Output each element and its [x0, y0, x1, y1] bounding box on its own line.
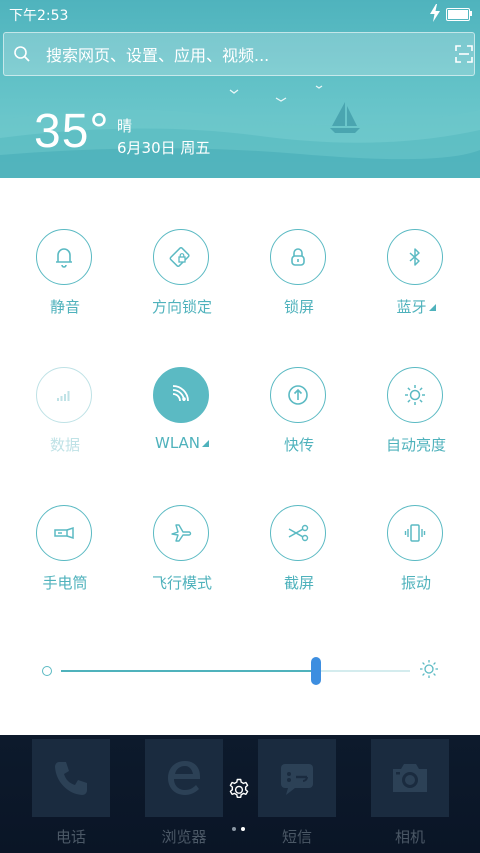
toggle-label: 静音: [49, 298, 80, 316]
weather-date: 6月30日 周五: [117, 139, 211, 157]
toggle-data-circle[interactable]: [36, 367, 92, 423]
app-camera[interactable]: 相机: [371, 739, 449, 849]
toggle-lock-screen-circle[interactable]: [270, 229, 326, 285]
brightness-thumb[interactable]: [310, 657, 321, 685]
quick-transfer-icon: [288, 385, 308, 405]
battery-full-icon: [446, 8, 470, 21]
gear-icon[interactable]: [227, 778, 251, 802]
toggle-label: 方向锁定: [151, 298, 212, 316]
notification-header: 下午2:53 35° 晴 6月30日 周五: [0, 0, 480, 178]
weather-temperature[interactable]: 35°: [34, 104, 110, 159]
rotation-lock-icon: [169, 246, 190, 268]
brightness-low-icon: [42, 666, 52, 676]
toggle-mute[interactable]: 静音: [15, 229, 115, 329]
toggle-vibrate-circle[interactable]: [387, 505, 443, 561]
vibrate-icon: [404, 524, 426, 542]
page-indicator: [232, 827, 248, 833]
toggle-auto-brightness-circle[interactable]: [387, 367, 443, 423]
toggle-bluetooth[interactable]: 蓝牙: [366, 229, 466, 329]
toggle-label: 蓝牙: [356, 296, 476, 317]
toggle-rotation-lock-circle[interactable]: [153, 229, 209, 285]
toggle-rotation-lock[interactable]: 方向锁定: [132, 229, 232, 329]
status-bar: 下午2:53: [0, 0, 480, 28]
toggle-label: 手电筒: [42, 574, 88, 592]
toggle-flashlight[interactable]: 手电筒: [15, 505, 115, 605]
app-phone-tile[interactable]: [32, 739, 110, 817]
toggle-label: 自动亮度: [385, 436, 446, 454]
toggle-quick-transfer[interactable]: 快传: [249, 367, 349, 467]
brightness-track[interactable]: [61, 657, 410, 685]
page-dot-active: [241, 827, 245, 831]
toggle-label: 飞行模式: [151, 574, 212, 592]
app-messages-tile[interactable]: [258, 739, 336, 817]
toggle-screenshot[interactable]: 截屏: [249, 505, 349, 605]
bluetooth-icon: [409, 248, 420, 266]
search-bar[interactable]: [3, 32, 475, 76]
app-label: 电话: [55, 828, 86, 846]
app-browser[interactable]: 浏览器: [145, 739, 223, 849]
toggle-airplane-mode-circle[interactable]: [153, 505, 209, 561]
app-label: 相机: [394, 828, 425, 846]
toggle-auto-brightness[interactable]: 自动亮度: [366, 367, 466, 467]
wifi-icon: [172, 385, 189, 402]
app-camera-tile[interactable]: [371, 739, 449, 817]
status-time: 下午2:53: [9, 8, 69, 24]
phone-icon: [55, 762, 87, 795]
app-label: 浏览器: [161, 828, 207, 846]
toggle-label: 锁屏: [283, 298, 314, 316]
toggle-label: WLAN: [122, 434, 242, 452]
toggle-label-text: 蓝牙: [396, 298, 427, 316]
toggle-wlan-circle[interactable]: [153, 367, 209, 423]
brightness-slider[interactable]: [0, 648, 480, 685]
toggle-vibrate[interactable]: 振动: [366, 505, 466, 605]
brightness-fill: [61, 670, 316, 672]
page-dot: [232, 827, 236, 831]
settings-corner-icon: [202, 440, 209, 447]
toggle-label: 快传: [283, 436, 314, 454]
flashlight-icon: [54, 526, 74, 540]
toggle-quick-transfer-circle[interactable]: [270, 367, 326, 423]
toggle-label-text: WLAN: [154, 434, 200, 452]
scissors-icon: [288, 524, 309, 542]
signal-bars-icon: [57, 391, 70, 401]
airplane-icon: [171, 524, 192, 542]
app-label: 短信: [281, 828, 312, 846]
settings-corner-icon: [428, 304, 436, 311]
toggle-bluetooth-circle[interactable]: [387, 229, 443, 285]
camera-icon: [393, 764, 427, 792]
lock-icon: [291, 248, 305, 266]
message-icon: [281, 764, 313, 795]
search-icon: [14, 46, 30, 62]
toggle-label: 数据: [49, 436, 80, 454]
bolt-icon: [430, 4, 440, 22]
weather-condition: 晴: [117, 117, 133, 135]
toggle-data[interactable]: 数据: [15, 367, 115, 467]
browser-icon: [168, 761, 200, 795]
bell-icon: [56, 248, 72, 268]
toggle-label: 振动: [400, 574, 431, 592]
home-dock: 电话 浏览器 短信 相机: [0, 735, 480, 853]
brightness-high-icon: [420, 660, 438, 678]
app-browser-tile[interactable]: [145, 739, 223, 817]
toggle-screenshot-circle[interactable]: [270, 505, 326, 561]
battery-tip: [470, 11, 472, 16]
quick-settings-panel: 静音 方向锁定 锁屏 蓝牙 数据 WLAN 快传 自动亮度 手电筒 飞行模式 截…: [0, 178, 480, 735]
toggle-flashlight-circle[interactable]: [36, 505, 92, 561]
toggle-lock-screen[interactable]: 锁屏: [249, 229, 349, 329]
scan-icon[interactable]: [455, 45, 473, 63]
toggle-airplane-mode[interactable]: 飞行模式: [132, 505, 232, 605]
search-input[interactable]: [44, 42, 428, 68]
sun-icon: [405, 385, 425, 405]
toggle-mute-circle[interactable]: [36, 229, 92, 285]
toggle-label: 截屏: [283, 574, 314, 592]
app-phone[interactable]: 电话: [32, 739, 110, 849]
app-messages[interactable]: 短信: [258, 739, 336, 849]
toggle-wlan[interactable]: WLAN: [132, 367, 232, 467]
